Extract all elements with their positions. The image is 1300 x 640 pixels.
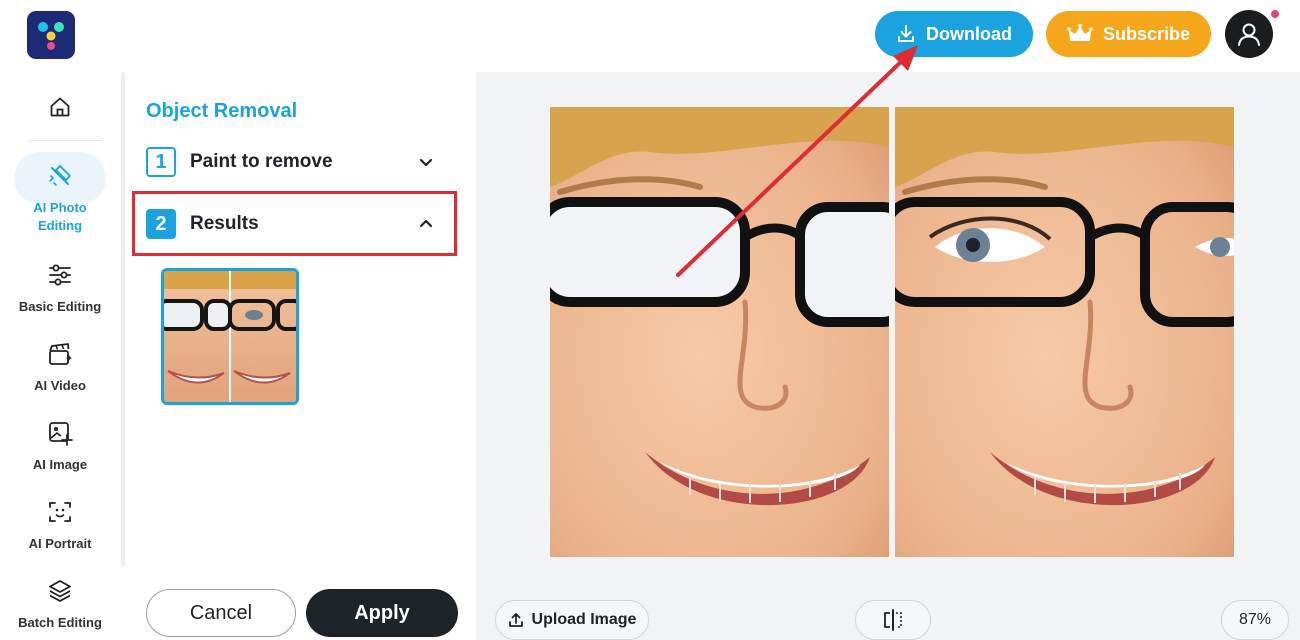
subscribe-button[interactable]: Subscribe (1046, 11, 1211, 57)
chevron-down-icon (419, 158, 433, 167)
after-photo (895, 107, 1234, 557)
sidebar-item-label: AI Video (34, 378, 86, 393)
result-thumbnail[interactable] (161, 268, 299, 405)
sidebar-separator (28, 140, 102, 141)
magic-pen-icon (49, 165, 71, 186)
sidebar-item-label: Basic Editing (18, 299, 102, 314)
compare-toggle-button[interactable] (855, 600, 931, 640)
step-number: 2 (146, 209, 176, 239)
sidebar-item-ai-image[interactable]: AI Image (0, 416, 120, 474)
chevron-up-icon (419, 219, 433, 228)
image-sparkle-icon (49, 422, 73, 446)
sidebar-item-ai-video[interactable]: AI Video (0, 337, 120, 395)
layers-icon (49, 580, 71, 602)
step-number: 1 (146, 147, 176, 177)
apply-button[interactable]: Apply (306, 589, 458, 637)
step-label: Results (190, 213, 259, 234)
after-image[interactable] (895, 107, 1234, 557)
sidebar-divider (121, 72, 125, 567)
cancel-button[interactable]: Cancel (146, 589, 296, 637)
upload-icon (508, 613, 523, 627)
app-root: Download Subscribe AI Photo Editing Basi… (0, 0, 1300, 640)
face-scan-icon (49, 502, 71, 522)
user-icon (1238, 23, 1260, 46)
sidebar-item-label: AI Image (32, 457, 88, 472)
sidebar-item-ai-photo-editing[interactable]: AI Photo Editing (0, 159, 120, 235)
download-button[interactable]: Download (875, 11, 1033, 57)
before-photo (550, 107, 889, 557)
logo-mark-icon (38, 22, 64, 50)
step-paint-to-remove[interactable]: 1 Paint to remove (146, 146, 436, 178)
upload-image-button[interactable]: Upload Image (495, 600, 649, 640)
step-label: Paint to remove (190, 151, 333, 172)
user-avatar[interactable] (1225, 10, 1273, 58)
home-icon (50, 97, 70, 117)
sidebar-item-batch-editing[interactable]: Batch Editing (0, 574, 120, 632)
download-label: Download (926, 23, 1012, 44)
clapperboard-icon (49, 343, 72, 365)
compare-split-icon (884, 609, 902, 631)
notification-dot (1271, 10, 1279, 18)
before-image[interactable] (550, 107, 889, 557)
sidebar-item-label: AI Portrait (28, 536, 92, 551)
step-results[interactable]: 2 Results (146, 208, 436, 240)
sidebar-item-label: Batch Editing (18, 615, 102, 630)
result-thumbnail-image (164, 271, 296, 402)
upload-label: Upload Image (531, 611, 637, 628)
subscribe-label: Subscribe (1102, 23, 1191, 44)
sliders-icon (49, 264, 71, 286)
app-logo[interactable] (27, 11, 75, 59)
sidebar-item-label: AI Photo Editing (33, 200, 87, 233)
download-icon (898, 25, 914, 42)
crown-icon (1067, 23, 1093, 41)
sidebar-item-ai-portrait[interactable]: AI Portrait (0, 495, 120, 553)
sidebar-item-home[interactable] (0, 90, 120, 124)
sidebar-item-basic-editing[interactable]: Basic Editing (0, 258, 120, 316)
zoom-level[interactable]: 87% (1221, 600, 1289, 640)
panel-title: Object Removal (146, 100, 298, 122)
